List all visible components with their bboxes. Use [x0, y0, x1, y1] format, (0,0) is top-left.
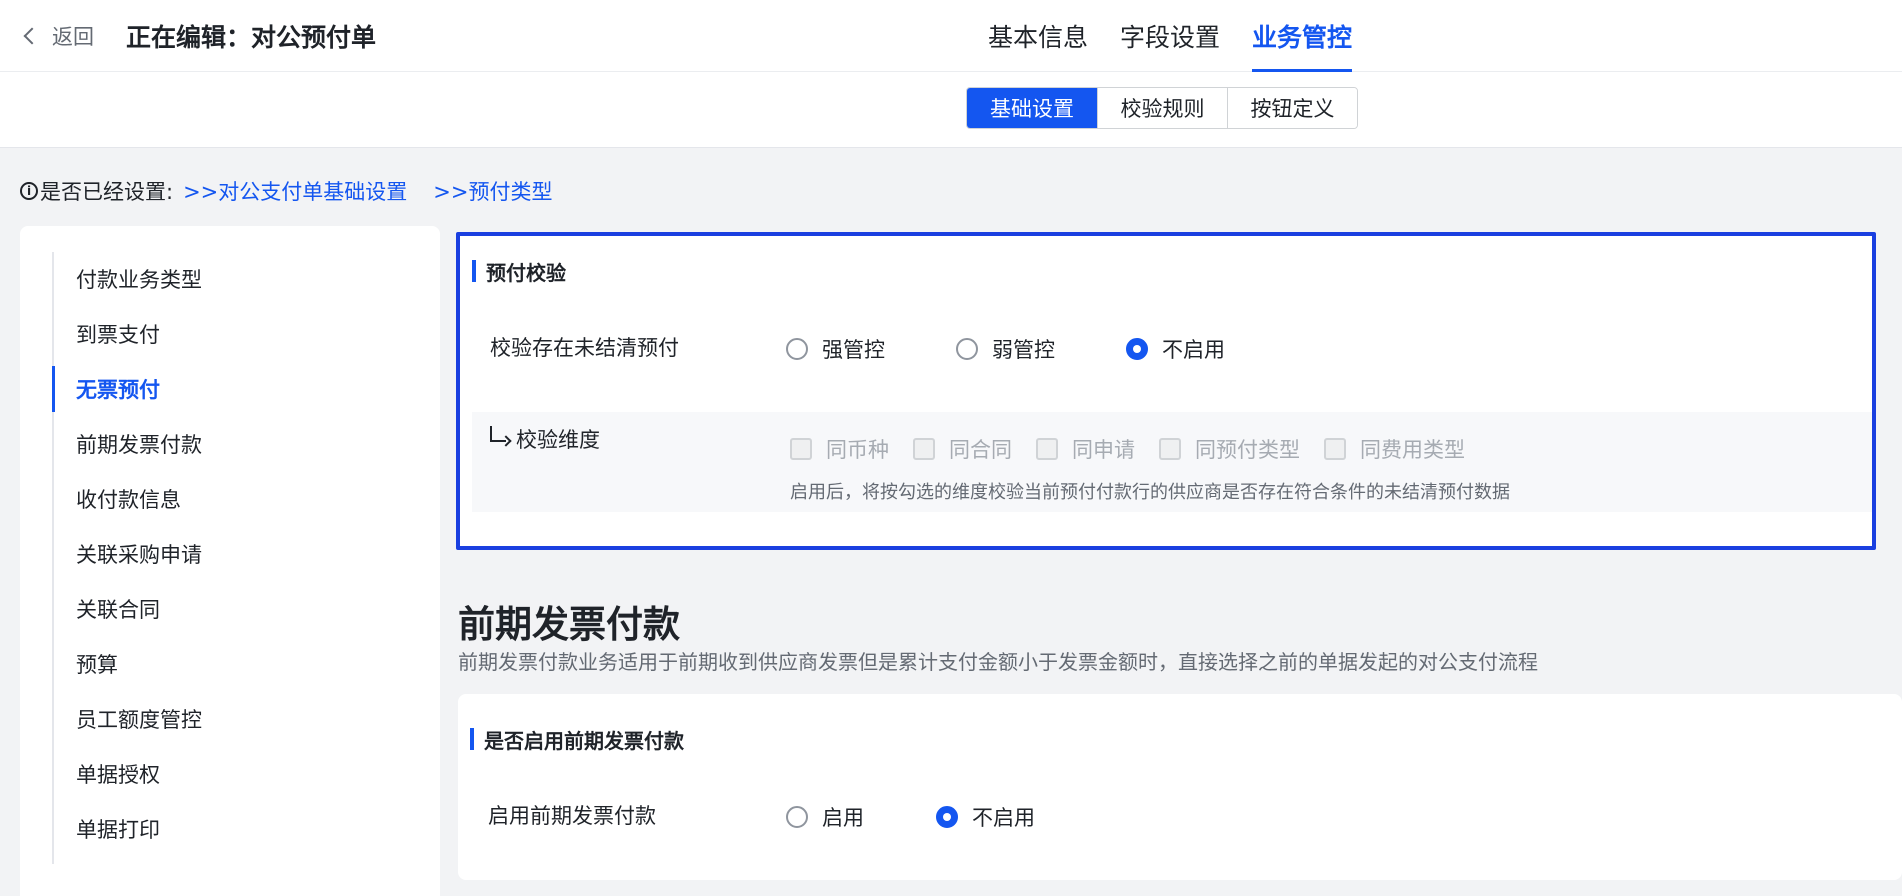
sidebar-item-prepay-no-invoice[interactable]: 无票预付: [52, 366, 412, 412]
row-label: 校验存在未结清预付: [490, 336, 679, 360]
radio-label: 弱管控: [992, 338, 1055, 362]
setup-info-prefix: 是否已经设置:: [40, 180, 174, 204]
radio-label: 启用: [822, 806, 864, 830]
checkbox-label: 同申请: [1072, 438, 1135, 462]
checkbox-box: [1159, 438, 1181, 460]
sidebar-item-authorization[interactable]: 单据授权: [52, 751, 412, 797]
dimension-hint: 启用后，将按勾选的维度校验当前预付付款行的供应商是否存在符合条件的未结清预付数据: [790, 482, 1510, 503]
subtab-button-definition[interactable]: 按钮定义: [1227, 88, 1357, 128]
section-title: 预付校验: [472, 258, 566, 285]
radio-label: 不启用: [972, 806, 1035, 830]
back-label: 返回: [52, 25, 94, 49]
checkbox-label: 同预付类型: [1195, 438, 1300, 462]
dimension-panel: 校验维度 同币种 同合同 同申请 同预付类型 同费用类型 启用后，将按勾选的维度…: [472, 412, 1872, 512]
link-prepay-type[interactable]: >>预付类型: [433, 176, 552, 206]
checkbox-same-currency[interactable]: 同币种: [790, 434, 889, 464]
radio-circle: [956, 338, 978, 360]
radio-enable[interactable]: 启用: [786, 802, 864, 832]
radio-strong-control[interactable]: 强管控: [786, 334, 885, 364]
sidebar-item-pay-on-invoice[interactable]: 到票支付: [52, 311, 412, 357]
tab-business-control[interactable]: 业务管控: [1252, 0, 1353, 72]
segmented-control: 基础设置 校验规则 按钮定义: [966, 87, 1358, 129]
checkbox-label: 同合同: [949, 438, 1012, 462]
radio-not-enable[interactable]: 不启用: [936, 802, 1035, 832]
radio-circle: [1126, 338, 1148, 360]
radio-label: 强管控: [822, 338, 885, 362]
checkbox-box: [913, 438, 935, 460]
sidebar-item-employee-quota[interactable]: 员工额度管控: [52, 696, 412, 742]
sidebar-item-contract[interactable]: 关联合同: [52, 586, 412, 632]
prior-invoice-title: 前期发票付款: [458, 603, 680, 646]
prior-invoice-description: 前期发票付款业务适用于前期收到供应商发票但是累计支付金额小于发票金额时，直接选择…: [458, 650, 1538, 674]
checkbox-box: [1036, 438, 1058, 460]
sidebar-item-prior-invoice[interactable]: 前期发票付款: [52, 421, 412, 467]
checkbox-same-request[interactable]: 同申请: [1036, 434, 1135, 464]
tab-basic-info[interactable]: 基本信息: [988, 0, 1088, 72]
dimension-label-text: 校验维度: [516, 428, 600, 452]
checkbox-same-prepay-type[interactable]: 同预付类型: [1159, 434, 1300, 464]
main-tabs: 基本信息 字段设置 业务管控: [988, 0, 1353, 72]
sidebar-item-print[interactable]: 单据打印: [52, 806, 412, 852]
setup-info: i 是否已经设置: >>对公支付单基础设置 >>预付类型: [20, 176, 552, 206]
chevron-left-icon: [23, 27, 41, 45]
radio-circle: [786, 806, 808, 828]
section-title: 是否启用前期发票付款: [470, 726, 684, 753]
sidebar-item-purchase-request[interactable]: 关联采购申请: [52, 531, 412, 577]
prepay-check-card: 预付校验 校验存在未结清预付 强管控 弱管控 不启用 校验维度 同币种 同合同 …: [456, 232, 1876, 550]
checkbox-label: 同币种: [826, 438, 889, 462]
radio-label: 不启用: [1162, 338, 1225, 362]
back-button[interactable]: 返回: [20, 22, 94, 50]
checkbox-same-expense-type[interactable]: 同费用类型: [1324, 434, 1465, 464]
radio-circle: [936, 806, 958, 828]
tab-field-settings[interactable]: 字段设置: [1120, 0, 1220, 72]
top-header: 返回 正在编辑：对公预付单 基本信息 字段设置 业务管控: [0, 0, 1902, 72]
sidebar-item-payment-info[interactable]: 收付款信息: [52, 476, 412, 522]
dimension-label: 校验维度: [490, 424, 600, 454]
radio-weak-control[interactable]: 弱管控: [956, 334, 1055, 364]
radio-circle: [786, 338, 808, 360]
prior-invoice-card: 是否启用前期发票付款 启用前期发票付款 启用 不启用: [458, 694, 1902, 880]
checkbox-box: [790, 438, 812, 460]
info-icon: i: [20, 182, 38, 200]
branch-arrow-icon: [490, 426, 506, 442]
sidebar-item-budget[interactable]: 预算: [52, 641, 412, 687]
sub-toolbar: 基础设置 校验规则 按钮定义: [0, 72, 1902, 148]
page-title: 正在编辑：对公预付单: [126, 23, 377, 52]
subtab-validation-rules[interactable]: 校验规则: [1097, 88, 1227, 128]
subtab-basic-settings[interactable]: 基础设置: [967, 88, 1097, 128]
row-label: 启用前期发票付款: [488, 804, 656, 828]
sidebar-item-payment-type[interactable]: 付款业务类型: [52, 256, 412, 302]
link-payment-basic-settings[interactable]: >>对公支付单基础设置: [183, 176, 407, 206]
sidebar: 付款业务类型 到票支付 无票预付 前期发票付款 收付款信息 关联采购申请 关联合…: [20, 226, 440, 896]
checkbox-box: [1324, 438, 1346, 460]
radio-disabled[interactable]: 不启用: [1126, 334, 1225, 364]
checkbox-same-contract[interactable]: 同合同: [913, 434, 1012, 464]
checkbox-label: 同费用类型: [1360, 438, 1465, 462]
